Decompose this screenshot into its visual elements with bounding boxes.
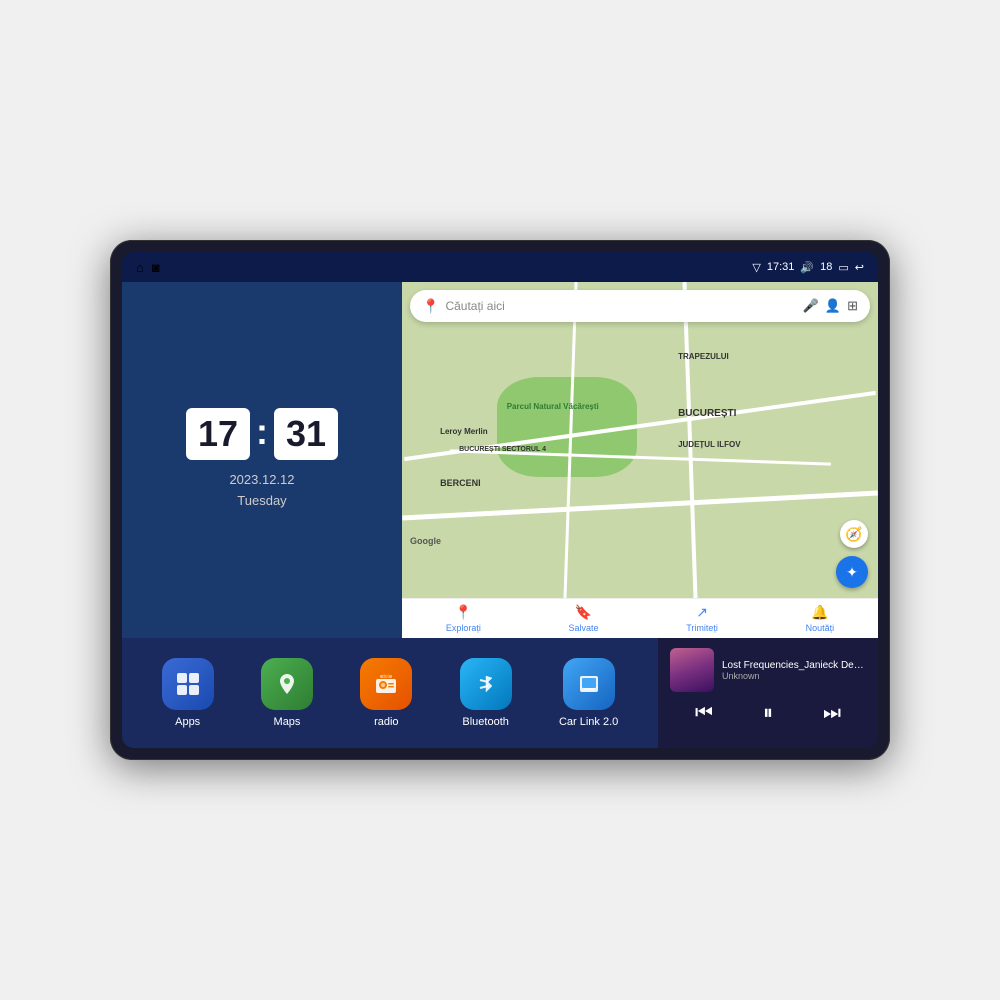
explore-label: Explorați xyxy=(446,623,481,633)
carlink-icon-img xyxy=(563,658,615,710)
clock-minute: 31 xyxy=(274,408,338,460)
music-info: Lost Frequencies_Janieck Devy-... Unknow… xyxy=(722,660,866,681)
app-icon-carlink[interactable]: Car Link 2.0 xyxy=(559,658,618,728)
map-widget[interactable]: 📍 Căutați aici 🎤 👤 ⊞ xyxy=(402,282,878,638)
music-album-art xyxy=(670,648,714,692)
map-nav-saved[interactable]: 🔖 Salvate xyxy=(569,604,599,633)
grid-icon[interactable]: ⊞ xyxy=(847,298,858,314)
send-icon: ↗ xyxy=(696,604,708,621)
map-label-trap: TRAPEZULUI xyxy=(678,352,729,361)
home-icon[interactable]: ⌂ xyxy=(136,260,144,275)
album-face xyxy=(670,648,714,692)
screen: ⌂ ◙ ▽ 17:31 🔊 18 ▭ ↩ 17 : xyxy=(122,252,878,748)
clock-widget: 17 : 31 2023.12.12 Tuesday xyxy=(122,282,402,638)
maps-icon-img xyxy=(261,658,313,710)
status-bar: ⌂ ◙ ▽ 17:31 🔊 18 ▭ ↩ xyxy=(122,252,878,282)
map-pin-icon: 📍 xyxy=(422,298,439,315)
app-icon-radio[interactable]: FM radio xyxy=(360,658,412,728)
map-google-logo: Google xyxy=(410,536,441,546)
account-icon[interactable]: 👤 xyxy=(825,298,841,314)
news-label: Noutăți xyxy=(806,623,835,633)
map-nav-news[interactable]: 🔔 Noutăți xyxy=(806,604,835,633)
explore-icon: 📍 xyxy=(455,604,472,621)
map-label-leroy: Leroy Merlin xyxy=(440,427,488,436)
map-label-ilfov: JUDEȚUL ILFOV xyxy=(678,440,741,449)
music-title: Lost Frequencies_Janieck Devy-... xyxy=(722,660,866,671)
top-row: 17 : 31 2023.12.12 Tuesday 📍 Căutați aic… xyxy=(122,282,878,638)
clock-hour: 17 xyxy=(186,408,250,460)
music-track-info: Lost Frequencies_Janieck Devy-... Unknow… xyxy=(670,648,866,692)
bluetooth-label: Bluetooth xyxy=(462,716,508,728)
map-label-park: Parcul Natural Văcărești xyxy=(507,402,599,411)
clock-date: 2023.12.12 Tuesday xyxy=(229,470,294,512)
tablet-device: ⌂ ◙ ▽ 17:31 🔊 18 ▭ ↩ 17 : xyxy=(110,240,890,760)
maps-icon[interactable]: ◙ xyxy=(152,260,160,275)
saved-label: Salvate xyxy=(569,623,599,633)
map-background: Parcul Natural Văcărești Leroy Merlin BU… xyxy=(402,282,878,598)
music-player: Lost Frequencies_Janieck Devy-... Unknow… xyxy=(658,638,878,748)
clock-colon: : xyxy=(256,414,268,450)
map-compass-button[interactable]: 🧭 xyxy=(840,520,868,548)
clock-display: 17 : 31 xyxy=(186,408,338,460)
music-artist: Unknown xyxy=(722,671,866,681)
radio-icon-img: FM xyxy=(360,658,412,710)
svg-text:FM: FM xyxy=(383,674,390,680)
map-search-input[interactable]: Căutați aici xyxy=(445,299,796,313)
app-icon-apps[interactable]: Apps xyxy=(162,658,214,728)
signal-strength: 18 xyxy=(820,261,832,273)
app-icon-bluetooth[interactable]: Bluetooth xyxy=(460,658,512,728)
map-search-actions: 🎤 👤 ⊞ xyxy=(803,298,858,314)
radio-label: radio xyxy=(374,716,398,728)
mic-icon[interactable]: 🎤 xyxy=(803,298,819,314)
status-left-icons: ⌂ ◙ xyxy=(136,260,160,275)
next-track-button[interactable]: ⏭ xyxy=(815,698,849,729)
bottom-row: Apps Maps xyxy=(122,638,878,748)
map-location-button[interactable]: ✦ xyxy=(836,556,868,588)
back-icon[interactable]: ↩ xyxy=(855,261,864,274)
map-label-sector4: BUCUREȘTI SECTORUL 4 xyxy=(459,446,546,453)
status-time: 17:31 xyxy=(767,261,795,273)
map-label-buc: BUCUREȘTI xyxy=(678,408,736,419)
saved-icon: 🔖 xyxy=(575,604,592,621)
app-icon-maps[interactable]: Maps xyxy=(261,658,313,728)
send-label: Trimiteți xyxy=(686,623,718,633)
battery-icon: ▭ xyxy=(838,261,848,274)
map-bottom-bar: 📍 Explorați 🔖 Salvate ↗ Trimiteți 🔔 xyxy=(402,598,878,638)
status-right-icons: ▽ 17:31 🔊 18 ▭ ↩ xyxy=(752,261,864,274)
map-nav-send[interactable]: ↗ Trimiteți xyxy=(686,604,718,633)
carlink-label: Car Link 2.0 xyxy=(559,716,618,728)
location-icon: ▽ xyxy=(752,261,760,274)
map-road-h3 xyxy=(402,491,878,521)
apps-area: Apps Maps xyxy=(122,638,658,748)
main-area: 17 : 31 2023.12.12 Tuesday 📍 Căutați aic… xyxy=(122,282,878,748)
map-label-berceni: BERCENI xyxy=(440,478,481,488)
play-pause-button[interactable]: ⏸ xyxy=(755,698,781,729)
prev-track-button[interactable]: ⏮ xyxy=(687,698,721,729)
map-search-bar[interactable]: 📍 Căutați aici 🎤 👤 ⊞ xyxy=(410,290,870,322)
volume-icon: 🔊 xyxy=(800,261,814,274)
bluetooth-icon-img xyxy=(460,658,512,710)
map-nav-explore[interactable]: 📍 Explorați xyxy=(446,604,481,633)
apps-label: Apps xyxy=(175,716,200,728)
music-controls: ⏮ ⏸ ⏭ xyxy=(670,698,866,729)
news-icon: 🔔 xyxy=(811,604,828,621)
apps-icon-img xyxy=(162,658,214,710)
maps-label: Maps xyxy=(274,716,301,728)
